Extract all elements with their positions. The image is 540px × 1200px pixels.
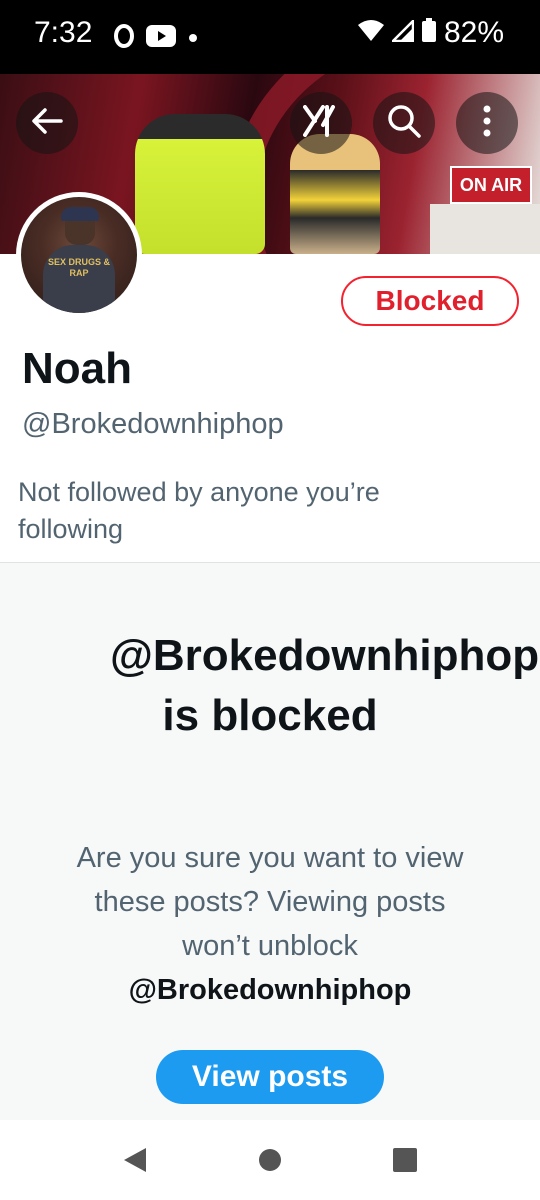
banner-sign-panel: [430, 204, 540, 254]
avatar[interactable]: SEX DRUGS & RAP: [16, 192, 142, 318]
grok-button[interactable]: [290, 92, 352, 154]
banner-onair-sign: ON AIR: [450, 166, 532, 204]
grok-icon: [303, 104, 339, 142]
dot-icon: [188, 30, 198, 48]
blocked-notice-description: Are you sure you want to view these post…: [60, 836, 480, 1012]
battery-percent: 82%: [443, 16, 504, 49]
blocked-notice-title: @Brokedownhiphop is blocked: [110, 631, 540, 740]
opera-icon: [114, 24, 134, 53]
display-name: Noah: [22, 344, 132, 393]
view-posts-button[interactable]: View posts: [156, 1050, 384, 1104]
back-button[interactable]: [16, 92, 78, 154]
more-options-button[interactable]: [456, 92, 518, 154]
recents-square-icon[interactable]: [393, 1148, 417, 1177]
profile-handle: @Brokedownhiphop: [22, 408, 284, 440]
navigation-bar: [0, 1120, 540, 1200]
search-icon: [387, 104, 421, 143]
wifi-icon: [357, 16, 384, 50]
status-time: 7:32: [34, 16, 93, 49]
more-vertical-icon: [482, 105, 492, 142]
blocked-button[interactable]: Blocked: [341, 276, 519, 326]
home-circle-icon[interactable]: [258, 1148, 282, 1177]
battery-icon: [421, 16, 436, 50]
blocked-notice-description-text: Are you sure you want to view these post…: [76, 842, 464, 962]
banner-performer-right: [290, 134, 380, 254]
youtube-icon: [146, 25, 176, 52]
notification-icons: [114, 24, 198, 53]
followed-by-text: Not followed by anyone you’re following: [18, 477, 380, 544]
system-indicators: 82%: [357, 16, 504, 50]
signal-icon: [389, 16, 415, 50]
avatar-shirt-text: SEX DRUGS & RAP: [43, 245, 115, 313]
status-bar: 7:32 82%: [0, 0, 540, 74]
avatar-image: SEX DRUGS & RAP: [21, 197, 137, 313]
back-arrow-icon: [31, 107, 63, 140]
back-triangle-icon[interactable]: [122, 1146, 148, 1179]
search-button[interactable]: [373, 92, 435, 154]
banner-performer-left: [135, 114, 265, 254]
avatar-cap: [61, 207, 99, 221]
blocked-notice-description-handle: @Brokedownhiphop: [128, 974, 412, 1006]
